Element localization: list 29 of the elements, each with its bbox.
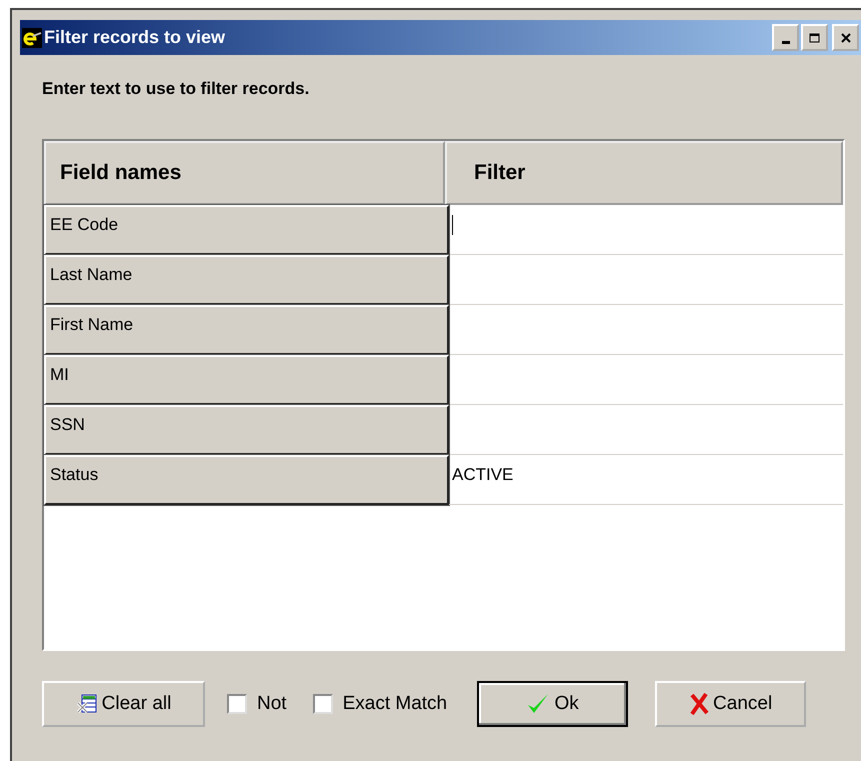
cancel-button[interactable]: Cancel	[655, 681, 806, 727]
field-name-cell: EE Code	[44, 205, 449, 255]
field-name-cell: SSN	[44, 405, 449, 455]
close-button[interactable]	[832, 24, 859, 51]
option-checkbox[interactable]: Exact Match	[312, 693, 448, 715]
field-name-cell: Status	[44, 455, 449, 505]
checkbox[interactable]	[312, 694, 333, 714]
field-name-cell: Last Name	[44, 255, 449, 305]
clear-all-button[interactable]: Clear all	[42, 681, 205, 727]
list-delete-icon	[76, 694, 98, 714]
maximize-button[interactable]	[801, 24, 828, 51]
minimize-icon	[782, 41, 790, 44]
column-header: Field names	[44, 141, 445, 205]
window-title: Filter records to view	[44, 27, 226, 48]
column-header: Filter	[445, 141, 843, 205]
minimize-button[interactable]	[772, 24, 799, 51]
close-icon	[840, 32, 850, 42]
app-logo-icon	[22, 28, 42, 48]
cross-icon	[689, 693, 710, 715]
instruction-text: Enter text to use to filter records.	[42, 79, 310, 99]
maximize-icon	[809, 32, 820, 42]
checkbox-label: Exact Match	[342, 693, 448, 715]
checkbox-label: Not	[257, 693, 287, 715]
filter-input-field[interactable]: ACTIVE	[449, 455, 843, 505]
option-checkbox[interactable]: Not	[227, 693, 287, 715]
ok-button[interactable]: Ok	[477, 681, 628, 727]
field-name-cell: MI	[44, 355, 449, 405]
field-name-cell: First Name	[44, 305, 449, 355]
checkbox[interactable]	[227, 694, 247, 714]
